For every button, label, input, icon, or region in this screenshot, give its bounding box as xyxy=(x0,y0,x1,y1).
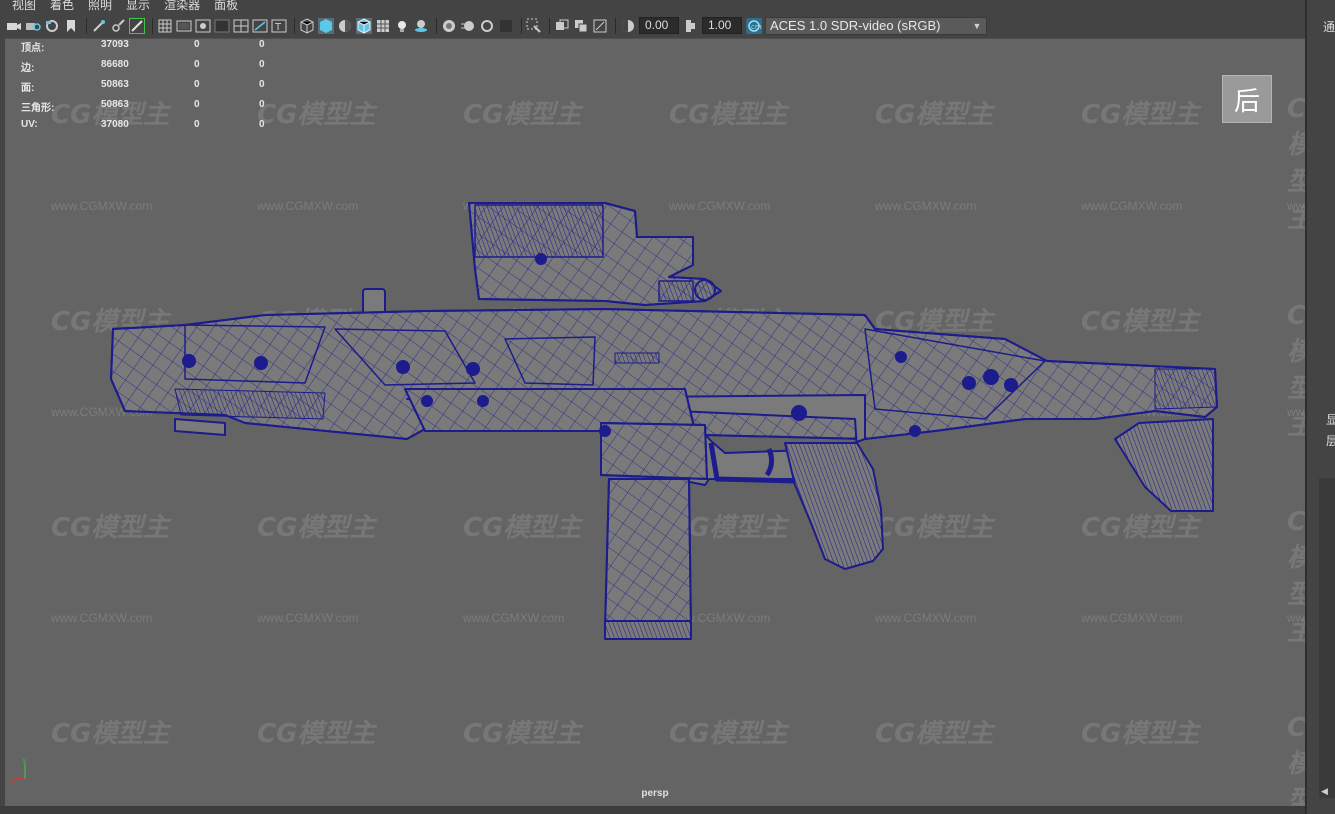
color-management-icon[interactable]: cm xyxy=(746,17,762,34)
textured-icon[interactable] xyxy=(375,18,391,34)
camera-attributes-icon[interactable] xyxy=(25,18,41,34)
hud-value: 37093 xyxy=(101,39,129,50)
hud-row-edges: 边: 86680 0 0 xyxy=(21,59,281,79)
hud-value: 0 xyxy=(259,99,265,110)
menu-lighting[interactable]: 照明 xyxy=(88,0,112,11)
anti-aliasing-icon[interactable] xyxy=(479,18,495,34)
view-transform-dropdown[interactable]: ACES 1.0 SDR-video (sRGB) ▼ xyxy=(765,16,987,35)
grid-icon[interactable] xyxy=(157,18,173,34)
view-transform-value: ACES 1.0 SDR-video (sRGB) xyxy=(770,18,941,33)
panel-toolbar: T 0.00 1.00 cm ACES 1.0 SDR-video (sRGB)… xyxy=(0,13,1305,38)
exposure-field[interactable]: 0.00 xyxy=(639,17,679,34)
safe-title-icon[interactable]: T xyxy=(271,18,287,34)
hud-label: 三角形: xyxy=(21,103,55,114)
image-plane-icon[interactable] xyxy=(63,18,79,34)
gamma-field[interactable]: 1.00 xyxy=(702,17,742,34)
hud-value: 0 xyxy=(259,59,265,70)
menu-panels[interactable]: 面板 xyxy=(214,0,238,11)
grease-pencil-icon[interactable] xyxy=(110,18,126,34)
bookmark-icon[interactable] xyxy=(44,18,60,34)
smooth-shade-icon[interactable] xyxy=(318,17,334,34)
hud-label: 面: xyxy=(21,83,35,94)
hud-value: 0 xyxy=(259,39,265,50)
motion-blur-icon[interactable] xyxy=(460,18,476,34)
side-panel-label[interactable]: 通 xyxy=(1323,18,1335,35)
maya-viewport-window: 视图 着色 照明 显示 渲染器 面板 T 0.00 1.00 cm ACES 1… xyxy=(0,0,1335,814)
rifle-wireframe-model[interactable] xyxy=(5,39,1305,806)
film-gate-icon[interactable] xyxy=(176,18,192,34)
scroll-left-arrow-icon[interactable]: ◀ xyxy=(1321,787,1328,797)
hud-row-faces: 面: 50863 0 0 xyxy=(21,79,281,99)
hud-value: 0 xyxy=(194,99,200,110)
axis-x-label: x xyxy=(11,776,16,785)
hud-label: 顶点: xyxy=(21,43,45,54)
paint-tool-icon[interactable] xyxy=(129,17,145,34)
toolbar-separator xyxy=(294,17,295,34)
toolbar-separator xyxy=(436,17,437,34)
hud-row-triangles: 三角形: 50863 0 0 xyxy=(21,99,281,119)
wireframe-on-shaded-icon[interactable] xyxy=(356,17,372,34)
hud-label: UV: xyxy=(21,119,38,130)
hud-value: 50863 xyxy=(101,79,129,90)
gamma-icon[interactable] xyxy=(683,18,699,34)
toolbar-separator xyxy=(615,17,616,34)
side-panel: 通 显 层 ◀ xyxy=(1305,0,1335,814)
hud-value: 0 xyxy=(194,59,200,70)
side-panel-scrollbar[interactable] xyxy=(1319,478,1335,798)
hud-value: 50863 xyxy=(101,99,129,110)
svg-text:cm: cm xyxy=(751,23,762,31)
toolbar-separator xyxy=(549,17,550,34)
hud-row-uvs: UV: 37080 0 0 xyxy=(21,119,281,139)
poly-count-hud: 顶点: 37093 0 0 边: 86680 0 0 面: 50863 0 0 … xyxy=(21,39,281,139)
hud-value: 0 xyxy=(259,119,265,130)
xray-icon[interactable] xyxy=(554,18,570,34)
xray-joints-icon[interactable] xyxy=(573,18,589,34)
toolbar-separator xyxy=(521,17,522,34)
hud-value: 0 xyxy=(259,79,265,90)
isolate-select-icon[interactable] xyxy=(526,18,542,34)
hud-value: 0 xyxy=(194,119,200,130)
side-panel-label[interactable]: 显 xyxy=(1326,411,1335,428)
hud-row-vertices: 顶点: 37093 0 0 xyxy=(21,39,281,59)
viewport-bottom-border xyxy=(0,806,1305,814)
toolbar-separator xyxy=(152,17,153,34)
resolution-gate-icon[interactable] xyxy=(195,18,211,34)
camera-name-label: persp xyxy=(641,788,669,799)
hud-value: 0 xyxy=(194,79,200,90)
default-material-icon[interactable] xyxy=(337,18,353,34)
side-panel-label[interactable]: 层 xyxy=(1326,432,1335,449)
screen-space-ao-icon[interactable] xyxy=(441,18,457,34)
use-lights-icon[interactable] xyxy=(394,18,410,34)
3d-viewport[interactable]: CG模型主CG模型主CG模型主CG模型主CG模型主CG模型主CG模型主CG模型主… xyxy=(5,38,1305,806)
2d-pan-zoom-icon[interactable] xyxy=(91,18,107,34)
menu-view[interactable]: 视图 xyxy=(12,0,36,11)
axis-y-label: y xyxy=(22,755,27,764)
exposure-icon[interactable] xyxy=(620,18,636,34)
toolbar-separator xyxy=(86,17,87,34)
xray-components-icon[interactable] xyxy=(592,18,608,34)
hud-value: 0 xyxy=(194,39,200,50)
hud-label: 边: xyxy=(21,63,35,74)
hud-value: 37080 xyxy=(101,119,129,130)
chevron-down-icon: ▼ xyxy=(972,20,982,31)
gate-mask-icon[interactable] xyxy=(214,18,230,34)
panel-menu-bar: 视图 着色 照明 显示 渲染器 面板 xyxy=(0,0,1305,13)
menu-renderer[interactable]: 渲染器 xyxy=(164,0,200,11)
menu-show[interactable]: 显示 xyxy=(126,0,150,11)
field-chart-icon[interactable] xyxy=(233,18,249,34)
camera-icon[interactable] xyxy=(6,18,22,34)
view-cube-back[interactable]: 后 xyxy=(1222,75,1272,123)
menu-shading[interactable]: 着色 xyxy=(50,0,74,11)
wireframe-icon[interactable] xyxy=(299,17,315,34)
safe-action-icon[interactable] xyxy=(252,18,268,34)
depth-of-field-icon[interactable] xyxy=(498,18,514,34)
svg-text:T: T xyxy=(274,22,282,33)
hud-value: 86680 xyxy=(101,59,129,70)
shadows-icon[interactable] xyxy=(413,18,429,34)
axis-gizmo: y x xyxy=(11,755,27,785)
